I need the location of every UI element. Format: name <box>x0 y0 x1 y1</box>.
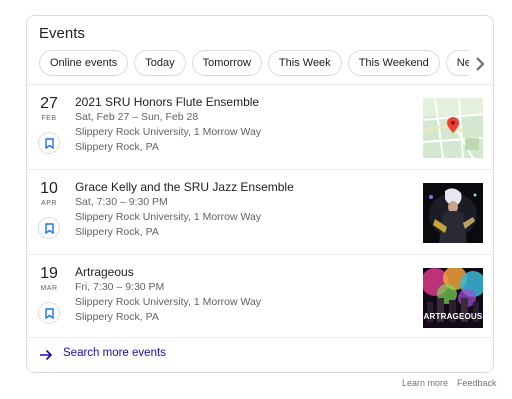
event-item[interactable]: 27 FEB 2021 SRU Honors Flute Ensemble Sa… <box>27 86 493 170</box>
bookmark-icon <box>45 138 54 149</box>
event-venue: Slippery Rock University, 1 Morrow Way <box>75 296 262 308</box>
event-city: Slippery Rock, PA <box>75 311 159 323</box>
learn-more-link[interactable]: Learn more <box>402 378 448 388</box>
event-day: 27 <box>40 95 58 112</box>
event-venue: Slippery Rock University, 1 Morrow Way <box>75 211 262 223</box>
event-day: 19 <box>40 265 58 282</box>
event-poster-thumbnail[interactable]: ARTRAGEOUS <box>423 268 483 328</box>
arrow-right-icon <box>40 349 53 361</box>
search-more-label: Search more events <box>63 347 166 359</box>
event-title[interactable]: Grace Kelly and the SRU Jazz Ensemble <box>75 180 294 194</box>
divider <box>27 337 493 338</box>
bookmark-button[interactable] <box>38 217 60 239</box>
poster-title: ARTRAGEOUS <box>423 312 483 321</box>
chip-tomorrow[interactable]: Tomorrow <box>191 50 262 76</box>
chip-this-weekend[interactable]: This Weekend <box>347 50 440 76</box>
bookmark-button[interactable] <box>38 132 60 154</box>
event-month: MAR <box>40 285 58 292</box>
chevron-right-icon[interactable] <box>473 54 487 74</box>
feedback-link[interactable]: Feedback <box>457 378 497 388</box>
event-venue: Slippery Rock University, 1 Morrow Way <box>75 126 262 138</box>
event-photo-thumbnail[interactable] <box>423 183 483 243</box>
event-day: 10 <box>40 180 58 197</box>
chip-next-week[interactable]: Next Week <box>445 50 469 76</box>
bookmark-button[interactable] <box>38 302 60 324</box>
divider <box>27 169 493 170</box>
event-item[interactable]: 10 APR Grace Kelly and the SRU Jazz Ense… <box>27 171 493 255</box>
event-month: FEB <box>41 115 57 122</box>
event-map-thumbnail[interactable] <box>423 98 483 158</box>
event-month: APR <box>41 200 57 207</box>
chip-this-week[interactable]: This Week <box>267 50 342 76</box>
event-title[interactable]: Artrageous <box>75 265 134 279</box>
bookmark-icon <box>45 223 54 234</box>
events-title: Events <box>39 25 85 42</box>
divider <box>27 254 493 255</box>
bookmark-icon <box>45 308 54 319</box>
event-date: Sat, 7:30 – 9:30 PM <box>75 196 168 208</box>
map-pin-icon <box>447 117 459 133</box>
event-date: Fri, 7:30 – 9:30 PM <box>75 281 165 293</box>
chip-today[interactable]: Today <box>134 50 186 76</box>
event-title[interactable]: 2021 SRU Honors Flute Ensemble <box>75 95 259 109</box>
filter-chips: Online events Today Tomorrow This Week This … <box>39 50 469 78</box>
chip-online-events[interactable]: Online events <box>39 50 129 76</box>
event-city: Slippery Rock, PA <box>75 226 159 238</box>
event-city: Slippery Rock, PA <box>75 141 159 153</box>
events-card: Events Online events Today Tomorrow This We… <box>26 15 494 373</box>
event-item[interactable]: 19 MAR Artrageous Fri, 7:30 – 9:30 PM Sl… <box>27 256 493 340</box>
event-date: Sat, Feb 27 – Sun, Feb 28 <box>75 111 199 123</box>
divider <box>27 84 493 85</box>
